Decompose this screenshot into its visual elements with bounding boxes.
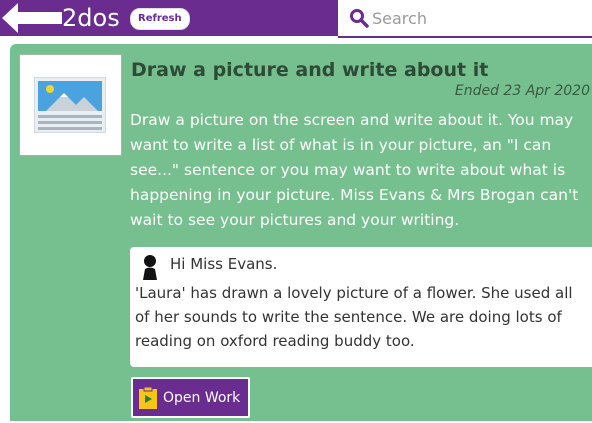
open-document-icon: [139, 386, 157, 409]
picture-document-icon: [34, 77, 106, 133]
refresh-button[interactable]: Refresh: [130, 8, 190, 30]
task-card[interactable]: Draw a picture and write about it Ended …: [10, 44, 592, 421]
comment-greeting: Hi Miss Evans.: [170, 255, 278, 273]
search-bar: [338, 0, 592, 38]
comment-text: 'Laura' has drawn a lovely picture of a …: [135, 284, 573, 350]
person-icon: [143, 255, 157, 280]
search-icon: [350, 9, 369, 28]
task-description: Draw a picture on the screen and write a…: [130, 111, 579, 229]
task-title: Draw a picture and write about it: [131, 59, 489, 81]
search-input[interactable]: [372, 6, 582, 30]
task-thumbnail: [19, 54, 122, 156]
open-work-label: Open Work: [163, 389, 241, 406]
top-bar: 2dos Refresh: [0, 0, 592, 38]
task-ended-date: Ended 23 Apr 2020: [454, 83, 590, 99]
teacher-comment: Hi Miss Evans. 'Laura' has drawn a lovel…: [130, 247, 592, 367]
open-work-button[interactable]: Open Work: [131, 377, 251, 418]
app-title: 2dos: [62, 4, 120, 32]
back-arrow-icon[interactable]: [2, 3, 62, 33]
